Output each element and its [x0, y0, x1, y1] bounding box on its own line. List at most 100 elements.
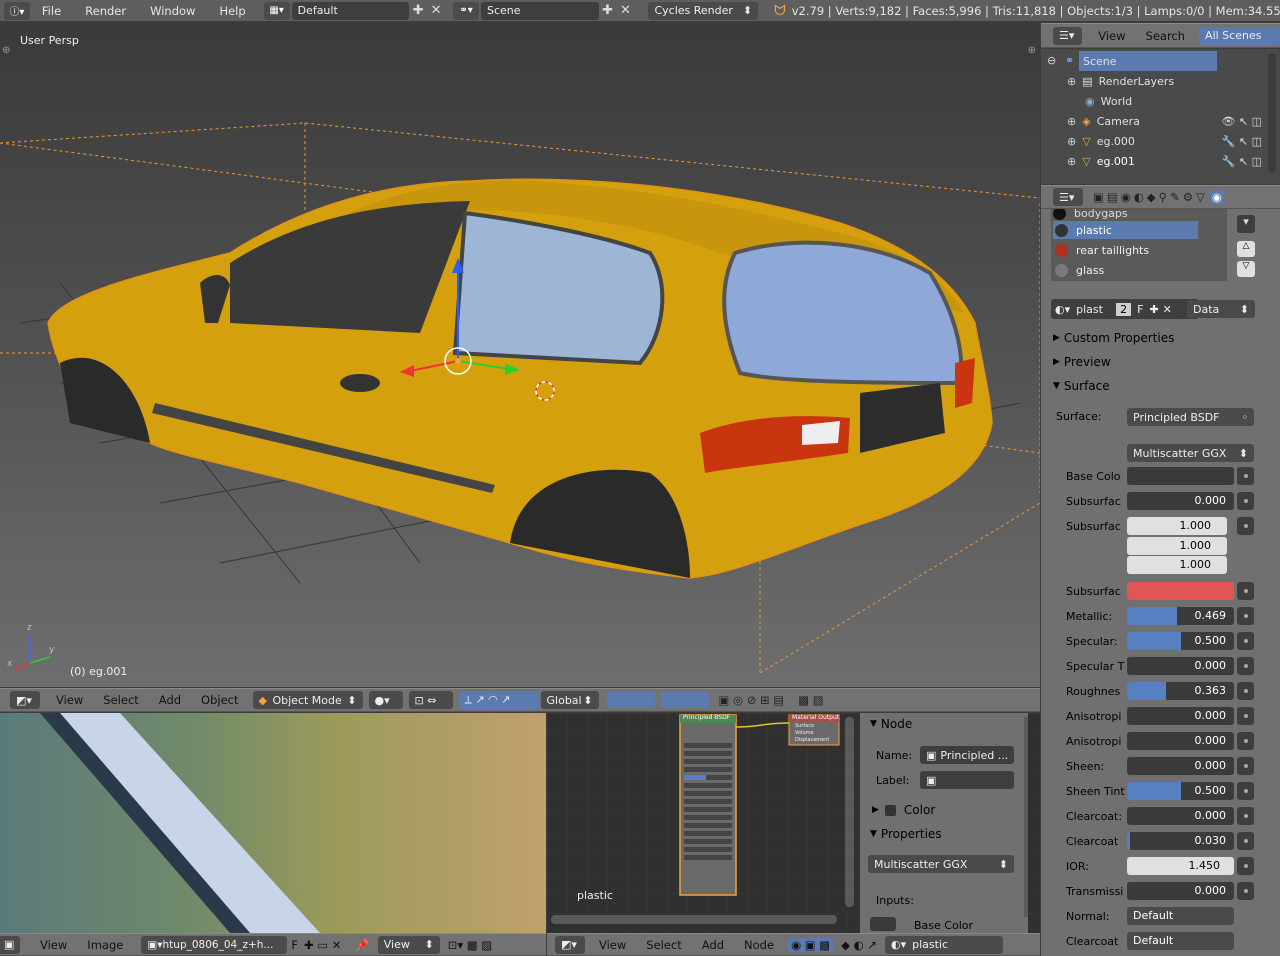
node-material-datablock[interactable]: ◐▾ plastic [884, 935, 1003, 954]
material-link-select[interactable]: Data ⬍ [1187, 300, 1255, 318]
input-slider[interactable]: 0.000 [1127, 882, 1234, 900]
menu-help[interactable]: Help [207, 4, 257, 18]
outliner-camera-row[interactable]: ⊕ ◈ Camera 👁 ↖ ◫ [1041, 111, 1266, 131]
node-h-scrollbar[interactable] [551, 915, 837, 924]
panel-surface[interactable]: ▼ Surface [1041, 375, 1266, 397]
input-slider[interactable]: 0.000 [1127, 657, 1234, 675]
image-editor-type-icon[interactable]: ▣ [0, 935, 20, 954]
image-icons[interactable]: ✚ ▭ ✕ [304, 938, 341, 952]
material-slot-rear-taillights[interactable]: rear taillights [1053, 241, 1149, 259]
outliner-eg001-row[interactable]: ⊕ ▽ eg.001 🔧 ↖ ◫ [1041, 151, 1266, 171]
material-users-count[interactable]: 2 [1116, 302, 1132, 316]
expand-icon[interactable]: ⊕ [1067, 155, 1076, 168]
input-slider[interactable]: 0.000 [1127, 732, 1234, 750]
scene-icon[interactable]: ⚭▾ [453, 1, 479, 20]
unlink-material-icon[interactable]: ✕ [1163, 303, 1172, 316]
node-v-scrollbar[interactable] [845, 717, 854, 907]
socket-link-button[interactable] [1237, 492, 1254, 510]
output-socket-volume[interactable]: Volume [795, 730, 814, 736]
screen-layout-field[interactable]: Default [291, 1, 410, 20]
fake-user-button[interactable]: F [1137, 303, 1143, 316]
vector-component-field[interactable]: 1.000 [1127, 536, 1227, 555]
expand-icon[interactable]: ⊕ [1067, 75, 1076, 88]
bsdf-node-title[interactable]: Principled BSDF [683, 714, 730, 721]
material-name-field[interactable]: plast [1076, 303, 1114, 316]
node-menu-node[interactable]: Node [734, 938, 784, 952]
socket-link-button[interactable] [1237, 882, 1254, 900]
visibility-icons[interactable]: 👁 ↖ ◫ [1221, 115, 1262, 128]
screen-layout-icon[interactable]: ▦▾ [263, 1, 290, 20]
properties-editor-icon[interactable]: ☰▾ [1053, 188, 1083, 206]
socket-link-button[interactable] [1237, 807, 1254, 825]
output-socket-surface[interactable]: Surface [795, 723, 814, 729]
pivot-select[interactable]: ⊡ ⇔ [408, 691, 453, 709]
node-label-field[interactable]: ▣ [920, 771, 1014, 789]
visibility-icons[interactable]: 🔧 ↖ ◫ [1222, 155, 1262, 168]
input-slider[interactable]: 0.500 [1127, 782, 1234, 800]
vp-menu-select[interactable]: Select [93, 693, 148, 707]
material-tab-icon[interactable]: ◉ [1209, 190, 1224, 204]
info-editor-icon[interactable]: ⓘ▾ [4, 1, 30, 20]
output-socket-displacement[interactable]: Displacement [795, 737, 829, 743]
material-browse-icon[interactable]: ◐▾ [1055, 303, 1070, 316]
socket-link-button[interactable] [1237, 607, 1254, 625]
image-display-icons[interactable]: ⊡▾ ▩ ▨ [448, 938, 492, 952]
editor-type-icon[interactable]: ◩▾ [10, 691, 40, 709]
move-up-icon[interactable]: △ [1237, 241, 1255, 257]
node-menu-select[interactable]: Select [636, 938, 691, 952]
manipulator-toggles[interactable]: ⟂ ↗ ◠ ↗ [458, 691, 539, 709]
region-toggle-right-icon[interactable]: ⊕ [1028, 45, 1036, 56]
color-checkbox[interactable] [884, 804, 896, 816]
image-view-select[interactable]: View ⬍ [377, 935, 440, 954]
node-panel-scrollbar[interactable] [1024, 717, 1028, 917]
vp-menu-object[interactable]: Object [191, 693, 248, 707]
remove-scene-icon[interactable]: ✕ [617, 2, 635, 20]
socket-link-button[interactable] [1237, 857, 1254, 875]
outliner-scene-row[interactable]: Scene [1079, 51, 1217, 71]
outliner-eg000-row[interactable]: ⊕ ▽ eg.000 🔧 ↖ ◫ [1041, 131, 1266, 151]
outliner-menu-view[interactable]: View [1088, 29, 1135, 43]
material-slot-plastic[interactable]: plastic [1053, 221, 1198, 239]
input-slider[interactable]: 0.000 [1127, 807, 1234, 825]
panel-color[interactable]: ▶ Color [860, 799, 1022, 821]
add-scene-icon[interactable]: ✚ [599, 2, 617, 20]
render-engine-select[interactable]: Cycles Render ⬍ [648, 1, 759, 20]
mode-select[interactable]: ◆ Object Mode ⬍ [252, 691, 363, 709]
material-slot-glass[interactable]: glass [1053, 261, 1104, 279]
image-datablock[interactable]: ▣▾ htup_0806_04_z+h... [141, 935, 288, 954]
socket-link-button[interactable] [1237, 467, 1254, 485]
color-swatch[interactable] [1127, 582, 1234, 600]
material-slot-bodygaps[interactable]: bodygaps [1053, 209, 1128, 221]
distribution-select[interactable]: Multiscatter GGX ⬍ [1127, 444, 1254, 462]
properties-context-tabs[interactable]: ▣▤◉◐◆⚲✎⚙▽ [1093, 190, 1208, 204]
scene-field[interactable]: Scene [480, 1, 599, 20]
input-slider[interactable]: 0.000 [1127, 757, 1234, 775]
socket-link-button[interactable] [1237, 682, 1254, 700]
socket-link-button[interactable] [1237, 657, 1254, 675]
socket-link-button[interactable] [1237, 582, 1254, 600]
node-menu-add[interactable]: Add [692, 938, 734, 952]
layer-buttons[interactable] [606, 692, 655, 708]
vector-component-field[interactable]: 1.000 [1127, 517, 1227, 535]
img-menu-image[interactable]: Image [77, 938, 133, 952]
layer-buttons-2[interactable] [660, 692, 709, 708]
base-color-swatch[interactable] [870, 917, 896, 931]
panel-node[interactable]: ▼ Node [860, 713, 1022, 735]
input-slider[interactable]: 0.469 [1127, 607, 1234, 625]
socket-link-button[interactable] [1237, 757, 1254, 775]
pin-icon[interactable]: 📌 [355, 938, 369, 952]
render-icons[interactable]: ▩ ▨ [798, 693, 823, 707]
node-name-field[interactable]: ▣ Principled ... [920, 746, 1014, 764]
region-toggle-icon[interactable]: ⊕ [2, 45, 10, 56]
outliner-editor-icon[interactable]: ☰▾ [1053, 26, 1083, 45]
image-fake-user[interactable]: F [291, 938, 298, 952]
socket-link-button[interactable] [1237, 517, 1254, 535]
orientation-select[interactable]: Global ⬍ [540, 691, 599, 709]
add-layout-icon[interactable]: ✚ [409, 2, 427, 20]
outliner-renderlayers-row[interactable]: ⊕ ▤ RenderLayers [1041, 71, 1266, 91]
img-menu-view[interactable]: View [30, 938, 77, 952]
menu-file[interactable]: File [30, 4, 73, 18]
panel-properties[interactable]: ▼ Properties [860, 823, 1022, 845]
node-editor-type-icon[interactable]: ◩▾ [555, 935, 585, 954]
input-slider[interactable]: 0.000 [1127, 492, 1234, 510]
